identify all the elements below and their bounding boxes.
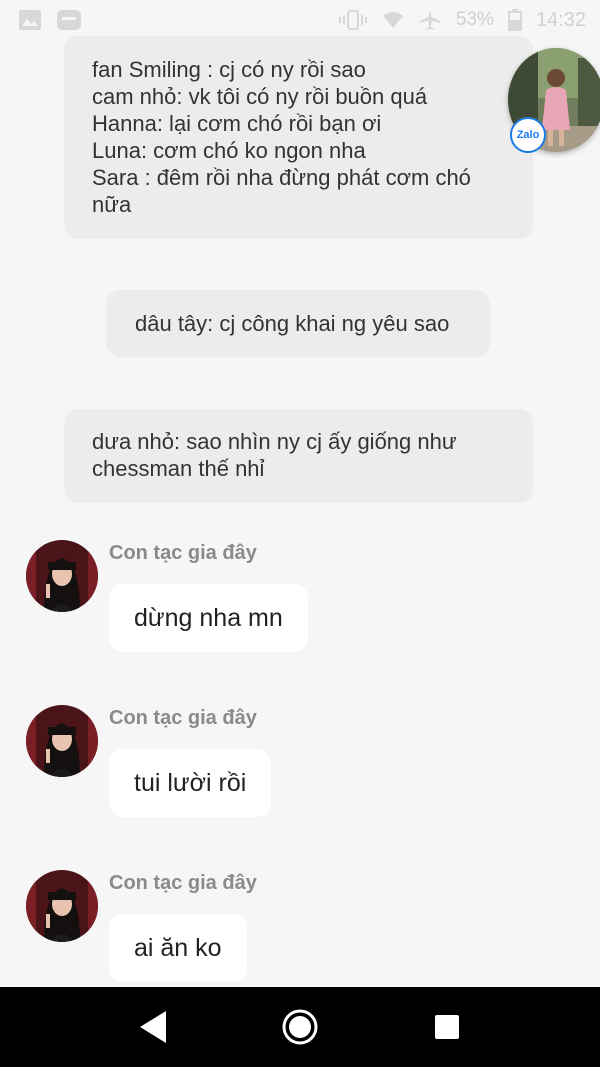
status-right: 53% 14:32 (338, 8, 586, 32)
message-bubble[interactable]: dừng nha mn (109, 584, 308, 652)
sender-name: Con tạc gia đây (109, 707, 257, 729)
message-line: nữa (92, 192, 132, 217)
message-text: tui lười rồi (134, 768, 247, 797)
sender-name: Con tạc gia đây (109, 542, 257, 564)
message-text: dâu tây: cj công khai ng yêu sao (135, 311, 450, 336)
message-line: Hanna: lại cơm chó rồi bạn ơi (92, 111, 382, 136)
status-left (18, 9, 82, 31)
message-line: cam nhỏ: vk tôi có ny rồi buồn quá (92, 84, 428, 109)
status-bar: 53% 14:32 (0, 0, 600, 40)
message-line: fan Smiling : cj có ny rồi sao (92, 57, 366, 82)
sender-name: Con tạc gia đây (109, 872, 257, 894)
sender-avatar[interactable] (26, 870, 98, 942)
message-bubble-comment[interactable]: dưa nhỏ: sao nhìn ny cj ấy giống như che… (64, 409, 533, 503)
message-text: dừng nha mn (134, 603, 283, 632)
navigation-bar (0, 987, 600, 1067)
wifi-icon (382, 10, 404, 30)
recents-square-icon (434, 1015, 459, 1039)
message-bubble[interactable]: tui lười rồi (109, 749, 272, 817)
message-line: Sara : đêm rồi nha đừng phát cơm chó (92, 165, 471, 190)
chat-app-notification-icon (56, 9, 82, 31)
message-text: ai ăn ko (134, 933, 222, 962)
home-button[interactable] (270, 997, 330, 1057)
message-line: Luna: cơm chó ko ngon nha (92, 138, 366, 163)
zalo-badge-label: Zalo (516, 129, 540, 141)
status-time: 14:32 (535, 8, 586, 31)
back-button[interactable] (123, 997, 183, 1057)
sender-avatar[interactable] (26, 705, 98, 777)
gallery-notification-icon (18, 9, 42, 31)
message-bubble[interactable]: ai ăn ko (109, 914, 247, 982)
recents-button[interactable] (417, 997, 477, 1057)
zalo-badge-icon: Zalo (510, 117, 546, 153)
vibrate-icon (338, 9, 368, 31)
message-bubble-comment[interactable]: dâu tây: cj công khai ng yêu sao (106, 290, 490, 357)
back-triangle-icon (140, 1011, 167, 1043)
message-bubble-comments[interactable]: fan Smiling : cj có ny rồi sao cam nhỏ: … (64, 36, 533, 239)
home-circle-icon (282, 1009, 318, 1045)
battery-icon (507, 9, 522, 31)
airplane-mode-icon (418, 8, 442, 32)
sender-avatar[interactable] (26, 540, 98, 612)
battery-percent: 53% (455, 9, 494, 30)
message-line: chessman thế nhỉ (92, 456, 265, 481)
message-line: dưa nhỏ: sao nhìn ny cj ấy giống như (92, 429, 457, 454)
